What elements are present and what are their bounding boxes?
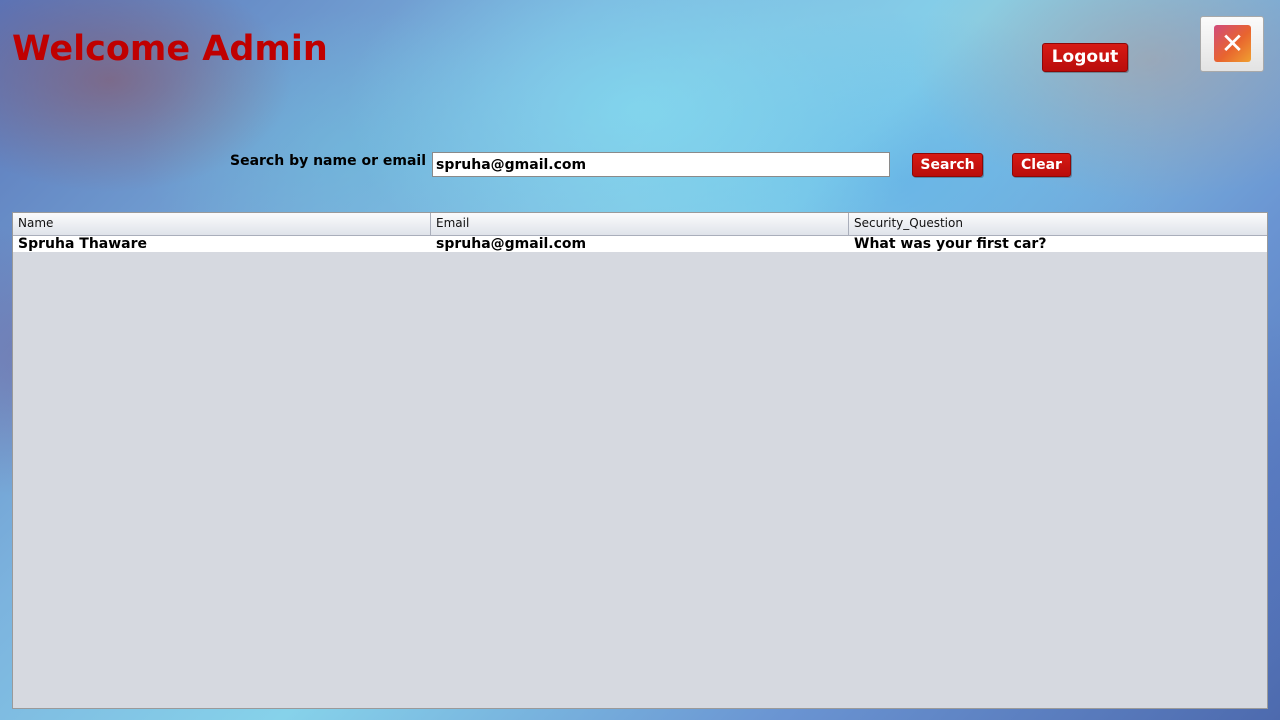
close-button[interactable]: ✕ — [1200, 16, 1264, 72]
column-header-security-question[interactable]: Security_Question — [849, 213, 1267, 235]
search-label: Search by name or email — [230, 153, 426, 169]
logout-button[interactable]: Logout — [1042, 43, 1128, 72]
search-button[interactable]: Search — [912, 153, 983, 177]
clear-button[interactable]: Clear — [1012, 153, 1071, 177]
search-input[interactable] — [432, 152, 890, 177]
close-icon: ✕ — [1214, 25, 1251, 62]
cell-security-question[interactable]: What was your first car? — [849, 236, 1267, 252]
page-title: Welcome Admin — [12, 29, 328, 69]
users-table: Name Email Security_Question Spruha Thaw… — [12, 212, 1268, 709]
column-header-name[interactable]: Name — [13, 213, 431, 235]
column-header-email[interactable]: Email — [431, 213, 849, 235]
cell-email[interactable]: spruha@gmail.com — [431, 236, 849, 252]
table-header: Name Email Security_Question — [13, 213, 1267, 236]
table-row[interactable]: Spruha Thaware spruha@gmail.com What was… — [13, 236, 1267, 252]
cell-name[interactable]: Spruha Thaware — [13, 236, 431, 252]
